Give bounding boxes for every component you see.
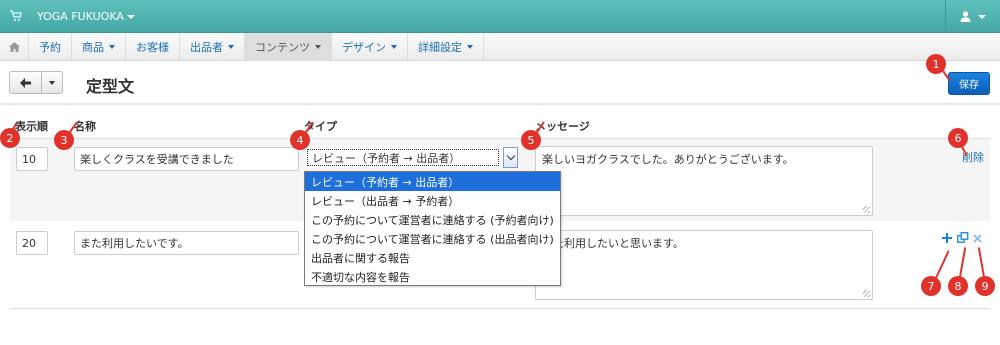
callout-badge: 5 <box>521 130 541 150</box>
order-input[interactable]: 20 <box>16 231 48 255</box>
callout-badge: 3 <box>54 130 74 150</box>
order-input[interactable]: 10 <box>16 147 48 171</box>
back-dropdown-toggle[interactable] <box>42 72 62 93</box>
chevron-down-icon <box>467 45 473 49</box>
chevron-down-icon <box>315 45 321 49</box>
chevron-down-icon[interactable] <box>503 147 518 168</box>
name-input[interactable]: 楽しくクラスを受講できました <box>74 147 299 171</box>
nav-label: 詳細設定 <box>418 41 462 54</box>
nav-item-design[interactable]: デザイン <box>332 33 408 61</box>
dropdown-option[interactable]: レビュー（出品者 → 予約者） <box>305 191 560 210</box>
divider <box>0 103 1000 105</box>
nav-label: お客様 <box>136 41 169 54</box>
type-dropdown-list: レビュー（予約者 → 出品者） レビュー（出品者 → 予約者） この予約について… <box>304 171 561 286</box>
nav-item-advanced-settings[interactable]: 詳細設定 <box>408 33 484 61</box>
brand-name: YOGA FUKUOKA <box>37 10 124 23</box>
chevron-down-icon <box>978 14 986 19</box>
chevron-down-icon <box>109 45 115 49</box>
nav-label: 予約 <box>39 41 61 54</box>
nav-label: コンテンツ <box>255 41 310 54</box>
column-header-order: 表示順 <box>15 120 48 133</box>
message-textarea[interactable]: また利用したいと思います。 <box>535 230 873 300</box>
nav-label: デザイン <box>342 41 386 54</box>
remove-row-button[interactable] <box>973 232 982 247</box>
callout-badge: 7 <box>921 276 941 296</box>
plus-icon <box>942 233 952 243</box>
message-text: 楽しいヨガクラスでした。ありがとうございます。 <box>542 153 794 166</box>
copy-icon <box>957 232 969 243</box>
save-button[interactable]: 保存 <box>948 72 990 95</box>
resize-handle[interactable] <box>863 290 870 297</box>
message-textarea[interactable]: 楽しいヨガクラスでした。ありがとうございます。 <box>535 146 873 216</box>
column-header-name: 名称 <box>74 120 96 133</box>
resize-handle[interactable] <box>863 206 870 213</box>
cart-icon[interactable] <box>10 10 22 22</box>
nav-item-products[interactable]: 商品 <box>72 33 126 61</box>
callout-badge: 6 <box>948 128 968 148</box>
chevron-down-icon <box>126 15 135 19</box>
copy-row-button[interactable] <box>957 232 969 247</box>
home-nav-item[interactable] <box>0 33 29 61</box>
chevron-down-icon <box>49 80 55 85</box>
dropdown-option[interactable]: レビュー（予約者 → 出品者） <box>305 172 560 191</box>
dropdown-option[interactable]: 出品者に関する報告 <box>305 248 560 267</box>
home-icon <box>8 42 20 52</box>
back-button-group <box>9 71 63 94</box>
dropdown-option[interactable]: この予約について運営者に連絡する (出品者向け) <box>305 229 560 248</box>
close-icon <box>973 234 982 243</box>
chevron-down-icon <box>228 45 234 49</box>
nav-item-contents[interactable]: コンテンツ <box>245 33 332 61</box>
user-icon <box>960 11 971 22</box>
callout-badge: 4 <box>290 130 310 150</box>
arrow-left-icon <box>20 77 31 88</box>
message-text: また利用したいと思います。 <box>542 237 684 250</box>
brand-menu[interactable]: YOGA FUKUOKA <box>37 10 135 23</box>
callout-badge: 2 <box>0 128 20 148</box>
name-input[interactable]: また利用したいです。 <box>74 231 299 255</box>
dropdown-option[interactable]: 不適切な内容を報告 <box>305 267 560 286</box>
chevron-down-icon <box>391 45 397 49</box>
main-nav: 予約 商品 お客様 出品者 コンテンツ デザイン 詳細設定 <box>0 33 1000 61</box>
back-button[interactable] <box>10 72 42 93</box>
nav-item-customers[interactable]: お客様 <box>126 33 180 61</box>
nav-item-reservations[interactable]: 予約 <box>29 33 72 61</box>
callout-badge: 8 <box>948 276 968 296</box>
dropdown-option[interactable]: この予約について運営者に連絡する (予約者向け) <box>305 210 560 229</box>
page-title: 定型文 <box>86 77 135 96</box>
add-row-button[interactable] <box>942 232 952 247</box>
type-select[interactable]: レビュー（予約者 → 出品者） <box>304 147 518 168</box>
nav-label: 商品 <box>82 41 104 54</box>
user-menu-button[interactable] <box>945 0 1000 33</box>
nav-label: 出品者 <box>190 41 223 54</box>
nav-item-sellers[interactable]: 出品者 <box>180 33 245 61</box>
type-select-value: レビュー（予約者 → 出品者） <box>307 149 499 166</box>
top-bar: YOGA FUKUOKA <box>0 0 1000 33</box>
callout-badge: 9 <box>975 276 995 296</box>
column-header-message: メッセージ <box>535 120 590 133</box>
